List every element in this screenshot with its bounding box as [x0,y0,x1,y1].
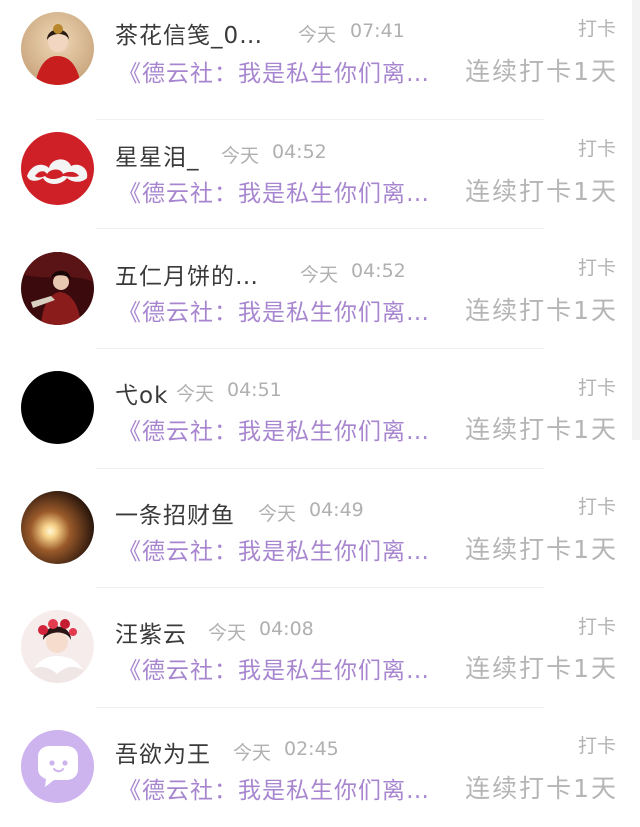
scrollbar[interactable] [632,0,640,440]
streak-label: 连续打卡1天 [465,654,618,683]
message-text[interactable]: 《德云社：我是私生你们离… [118,293,430,327]
streak-label: 连续打卡1天 [465,774,618,803]
message-text[interactable]: 《德云社：我是私生你们离… [118,532,430,566]
red-cloud-pattern-avatar[interactable] [21,132,94,205]
post-day: 今天 [176,383,215,405]
user-name[interactable]: 一条招财鱼 [115,496,235,530]
post-day: 今天 [208,622,247,644]
feed-item[interactable]: 茶花信笺_0… 今天 07:41 打卡 《德云社：我是私生你们离… 连续打卡1天 [0,0,640,120]
streak-label: 连续打卡1天 [465,57,618,86]
feed-item[interactable]: 弋ok 今天 04:51 打卡 《德云社：我是私生你们离… 连续打卡1天 [0,349,640,469]
feed-item[interactable]: 汪紫云 今天 04:08 打卡 《德云社：我是私生你们离… 连续打卡1天 [0,588,640,708]
post-time: 04:08 [259,618,314,640]
feed-item[interactable]: 五仁月饼的… 今天 04:52 打卡 《德云社：我是私生你们离… 连续打卡1天 [0,229,640,349]
checkin-tag: 打卡 [577,377,616,399]
dark-red-costume-avatar[interactable] [21,252,94,325]
post-day: 今天 [298,24,337,46]
post-day: 今天 [300,264,339,286]
post-time: 07:41 [350,20,405,42]
girl-with-flowers-avatar[interactable] [21,610,94,683]
message-text[interactable]: 《德云社：我是私生你们离… [118,174,430,208]
user-name[interactable]: 星星泪_ [115,138,200,172]
streak-label: 连续打卡1天 [465,415,618,444]
user-name[interactable]: 五仁月饼的… [115,257,259,291]
checkin-feed: 茶花信笺_0… 今天 07:41 打卡 《德云社：我是私生你们离… 连续打卡1天… [0,0,640,825]
post-time: 04:49 [309,499,364,521]
feed-item[interactable]: 星星泪_ 今天 04:52 打卡 《德云社：我是私生你们离… 连续打卡1天 [0,109,640,229]
checkin-tag: 打卡 [577,138,616,160]
feed-item[interactable]: 一条招财鱼 今天 04:49 打卡 《德云社：我是私生你们离… 连续打卡1天 [0,468,640,588]
post-time: 04:51 [227,379,282,401]
streak-label: 连续打卡1天 [465,296,618,325]
post-time: 02:45 [284,738,339,760]
post-time: 04:52 [272,141,327,163]
user-name[interactable]: 茶花信笺_0… [115,16,263,50]
post-day: 今天 [221,145,260,167]
glowing-sun-avatar[interactable] [21,491,94,564]
message-text[interactable]: 《德云社：我是私生你们离… [118,54,430,88]
woman-in-red-hanfu-avatar[interactable] [21,12,94,85]
user-name[interactable]: 弋ok [115,376,168,410]
message-text[interactable]: 《德云社：我是私生你们离… [118,412,430,446]
user-name[interactable]: 吾欲为王 [115,735,211,769]
checkin-tag: 打卡 [577,616,616,638]
message-text[interactable]: 《德云社：我是私生你们离… [118,651,430,685]
black-avatar[interactable] [21,371,94,444]
post-time: 04:52 [351,260,406,282]
checkin-tag: 打卡 [577,18,616,40]
post-day: 今天 [258,503,297,525]
default-chat-avatar[interactable] [21,730,94,803]
checkin-tag: 打卡 [577,496,616,518]
streak-label: 连续打卡1天 [465,177,618,206]
post-day: 今天 [233,742,272,764]
checkin-tag: 打卡 [577,735,616,757]
checkin-tag: 打卡 [577,257,616,279]
user-name[interactable]: 汪紫云 [115,615,187,649]
feed-item[interactable]: 吾欲为王 今天 02:45 打卡 《德云社：我是私生你们离… 连续打卡1天 [0,707,640,827]
message-text[interactable]: 《德云社：我是私生你们离… [118,771,430,805]
streak-label: 连续打卡1天 [465,535,618,564]
